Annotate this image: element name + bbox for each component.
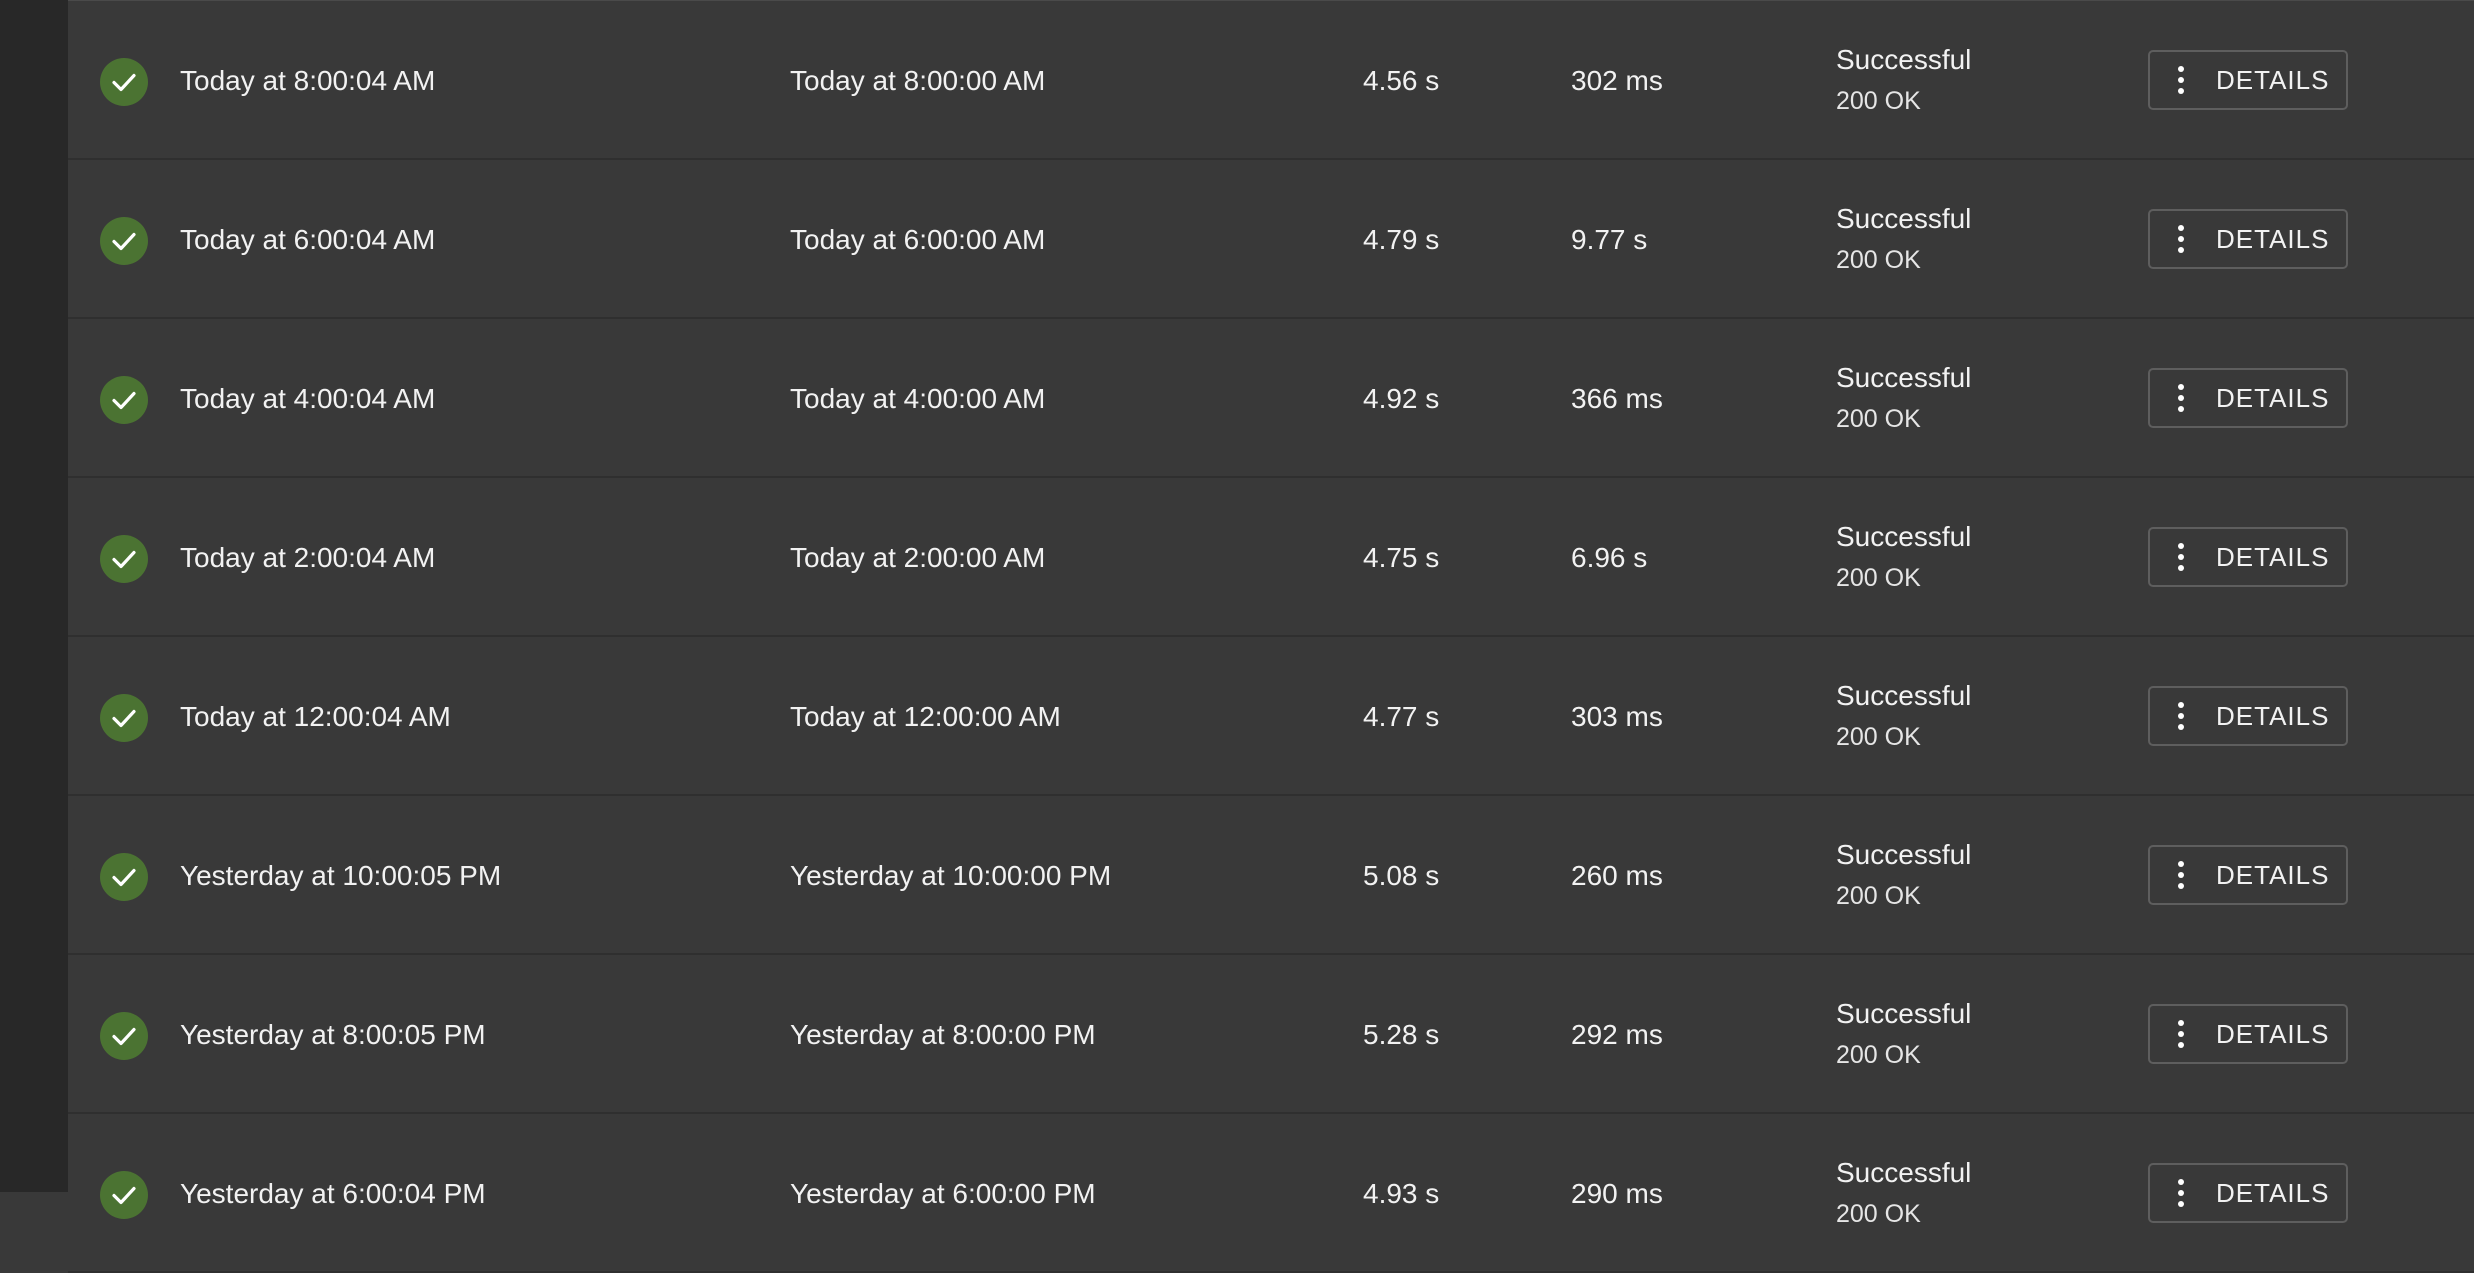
- completed-time: Today at 6:00:04 AM: [180, 224, 436, 255]
- details-button[interactable]: DETAILS: [2148, 686, 2348, 746]
- status-text: Successful: [1836, 521, 1972, 552]
- duration: 4.75 s: [1363, 542, 1440, 573]
- details-button-label: DETAILS: [2216, 1178, 2330, 1208]
- more-vert-icon: [2177, 66, 2185, 94]
- response-time: 260 ms: [1571, 860, 1663, 891]
- more-vert-icon: [2177, 1179, 2185, 1207]
- details-button[interactable]: DETAILS: [2148, 209, 2348, 269]
- response-time: 9.77 s: [1571, 224, 1648, 255]
- status-code: 200 OK: [1836, 405, 1921, 433]
- duration: 5.08 s: [1363, 860, 1440, 891]
- table-row: Yesterday at 10:00:05 PM Yesterday at 10…: [68, 796, 2474, 955]
- status-text: Successful: [1836, 839, 1972, 870]
- check-circle-icon: [100, 217, 148, 265]
- completed-time: Today at 4:00:04 AM: [180, 383, 436, 414]
- details-button-label: DETAILS: [2216, 701, 2330, 731]
- table-row: Yesterday at 6:00:04 PM Yesterday at 6:0…: [68, 1114, 2474, 1273]
- scheduled-time: Yesterday at 10:00:00 PM: [790, 860, 1112, 891]
- duration: 4.77 s: [1363, 701, 1440, 732]
- scheduled-time: Yesterday at 8:00:00 PM: [790, 1019, 1096, 1050]
- duration: 4.79 s: [1363, 224, 1440, 255]
- response-time: 303 ms: [1571, 701, 1663, 732]
- scheduled-time: Today at 2:00:00 AM: [790, 542, 1046, 573]
- details-button-label: DETAILS: [2216, 1019, 2330, 1049]
- duration: 4.93 s: [1363, 1178, 1440, 1209]
- more-vert-icon: [2177, 384, 2185, 412]
- details-button-label: DETAILS: [2216, 860, 2330, 890]
- duration: 4.56 s: [1363, 65, 1440, 96]
- check-circle-icon: [100, 376, 148, 424]
- scheduled-time: Today at 6:00:00 AM: [790, 224, 1046, 255]
- completed-time: Yesterday at 8:00:05 PM: [180, 1019, 486, 1050]
- status-text: Successful: [1836, 362, 1972, 393]
- status-code: 200 OK: [1836, 723, 1921, 751]
- check-circle-icon: [100, 853, 148, 901]
- details-button[interactable]: DETAILS: [2148, 1163, 2348, 1223]
- check-circle-icon: [100, 535, 148, 583]
- response-time: 366 ms: [1571, 383, 1663, 414]
- details-button[interactable]: DETAILS: [2148, 527, 2348, 587]
- details-button-label: DETAILS: [2216, 542, 2330, 572]
- status-code: 200 OK: [1836, 882, 1921, 910]
- more-vert-icon: [2177, 543, 2185, 571]
- status-code: 200 OK: [1836, 1200, 1921, 1228]
- completed-time: Today at 2:00:04 AM: [180, 542, 436, 573]
- scheduled-time: Today at 12:00:00 AM: [790, 701, 1061, 732]
- details-button[interactable]: DETAILS: [2148, 1004, 2348, 1064]
- response-time: 302 ms: [1571, 65, 1663, 96]
- details-button-label: DETAILS: [2216, 224, 2330, 254]
- status-code: 200 OK: [1836, 1041, 1921, 1069]
- duration: 4.92 s: [1363, 383, 1440, 414]
- details-button[interactable]: DETAILS: [2148, 845, 2348, 905]
- table-row: Today at 4:00:04 AM Today at 4:00:00 AM …: [68, 319, 2474, 478]
- more-vert-icon: [2177, 861, 2185, 889]
- status-text: Successful: [1836, 44, 1972, 75]
- scheduled-time: Yesterday at 6:00:00 PM: [790, 1178, 1096, 1209]
- check-circle-icon: [100, 1171, 148, 1219]
- status-code: 200 OK: [1836, 564, 1921, 592]
- more-vert-icon: [2177, 225, 2185, 253]
- completed-time: Today at 12:00:04 AM: [180, 701, 451, 732]
- scheduled-time: Today at 4:00:00 AM: [790, 383, 1046, 414]
- check-circle-icon: [100, 694, 148, 742]
- more-vert-icon: [2177, 1020, 2185, 1048]
- details-button-label: DETAILS: [2216, 65, 2330, 95]
- response-time: 6.96 s: [1571, 542, 1648, 573]
- status-text: Successful: [1836, 203, 1972, 234]
- check-circle-icon: [100, 58, 148, 106]
- details-button[interactable]: DETAILS: [2148, 50, 2348, 110]
- table-row: Today at 8:00:04 AM Today at 8:00:00 AM …: [68, 1, 2474, 160]
- completed-time: Yesterday at 10:00:05 PM: [180, 860, 502, 891]
- status-text: Successful: [1836, 998, 1972, 1029]
- more-vert-icon: [2177, 702, 2185, 730]
- status-code: 200 OK: [1836, 87, 1921, 115]
- response-time: 290 ms: [1571, 1178, 1663, 1209]
- status-code: 200 OK: [1836, 246, 1921, 274]
- details-button[interactable]: DETAILS: [2148, 368, 2348, 428]
- duration: 5.28 s: [1363, 1019, 1440, 1050]
- completed-time: Yesterday at 6:00:04 PM: [180, 1178, 486, 1209]
- response-time: 292 ms: [1571, 1019, 1663, 1050]
- status-text: Successful: [1836, 680, 1972, 711]
- run-history-table: Today at 8:00:04 AM Today at 8:00:00 AM …: [68, 0, 2474, 1273]
- table-row: Today at 12:00:04 AM Today at 12:00:00 A…: [68, 637, 2474, 796]
- status-text: Successful: [1836, 1157, 1972, 1188]
- sidebar-strip: [0, 0, 68, 1192]
- details-button-label: DETAILS: [2216, 383, 2330, 413]
- completed-time: Today at 8:00:04 AM: [180, 65, 436, 96]
- scheduled-time: Today at 8:00:00 AM: [790, 65, 1046, 96]
- table-row: Yesterday at 8:00:05 PM Yesterday at 8:0…: [68, 955, 2474, 1114]
- check-circle-icon: [100, 1012, 148, 1060]
- table-row: Today at 6:00:04 AM Today at 6:00:00 AM …: [68, 160, 2474, 319]
- table-row: Today at 2:00:04 AM Today at 2:00:00 AM …: [68, 478, 2474, 637]
